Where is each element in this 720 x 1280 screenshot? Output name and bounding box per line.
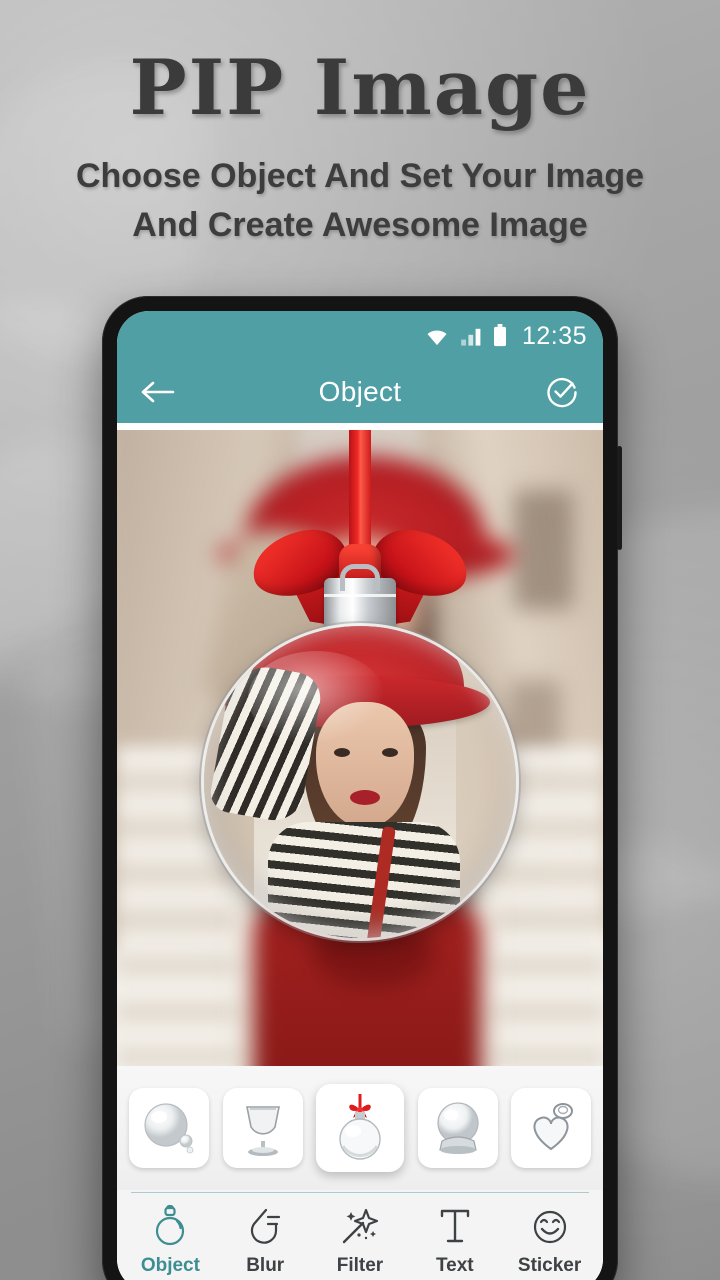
status-bar: 12:35 bbox=[117, 311, 603, 361]
smiley-icon bbox=[533, 1210, 566, 1244]
heart-locket-object-icon bbox=[533, 1103, 573, 1151]
object-thumb-bubble[interactable] bbox=[129, 1088, 209, 1168]
nav-label-object: Object bbox=[140, 1255, 200, 1276]
back-button[interactable] bbox=[137, 371, 179, 413]
nav-label-sticker: Sticker bbox=[517, 1255, 582, 1276]
wine-glass-object-icon bbox=[245, 1106, 280, 1156]
nav-item-filter[interactable]: Filter bbox=[317, 1203, 403, 1277]
object-thumb-ornament[interactable] bbox=[316, 1084, 404, 1172]
christmas-ornament-object-icon bbox=[339, 1094, 381, 1160]
appbar-underline bbox=[117, 423, 603, 430]
snow-globe-object-icon bbox=[436, 1102, 479, 1154]
object-thumb-heart[interactable] bbox=[511, 1088, 591, 1168]
phone-screen: 12:35 Object Object Blur Filter Text Sti… bbox=[117, 311, 603, 1280]
check-circle-icon bbox=[547, 377, 577, 408]
promo-subtitle-line-2: And Create Awesome Image bbox=[132, 205, 588, 244]
editor-canvas[interactable] bbox=[117, 430, 603, 1066]
nav-label-blur: Blur bbox=[246, 1255, 285, 1276]
wifi-icon bbox=[427, 330, 447, 346]
object-thumb-glass[interactable] bbox=[222, 1088, 303, 1168]
signal-icon bbox=[461, 328, 481, 346]
nav-divider bbox=[131, 1192, 589, 1193]
done-button[interactable] bbox=[541, 371, 583, 413]
object-picker-strip[interactable] bbox=[117, 1066, 603, 1190]
nav-label-text: Text bbox=[435, 1255, 474, 1276]
promo-subtitle-line-1: Choose Object And Set Your Image bbox=[75, 156, 645, 195]
nav-item-object[interactable]: Object bbox=[127, 1203, 213, 1277]
pip-photo bbox=[204, 626, 516, 938]
ornament-icon bbox=[156, 1205, 185, 1246]
nav-item-text[interactable]: Text bbox=[412, 1203, 498, 1277]
promo-title: PIP Image bbox=[129, 43, 591, 132]
pip-ornament-overlay[interactable] bbox=[200, 430, 520, 1050]
blur-droplet-icon bbox=[251, 1208, 281, 1244]
pip-photo-frame[interactable] bbox=[204, 626, 516, 938]
nav-label-filter: Filter bbox=[336, 1255, 384, 1276]
back-arrow-icon bbox=[141, 381, 175, 403]
nav-item-blur[interactable]: Blur bbox=[222, 1203, 308, 1277]
object-thumb-snowglobe[interactable] bbox=[417, 1088, 498, 1168]
text-t-icon bbox=[440, 1209, 469, 1243]
phone-mockup: 12:35 Object Object Blur Filter Text Sti… bbox=[102, 296, 622, 1280]
battery-icon bbox=[493, 324, 506, 347]
magic-wand-icon bbox=[342, 1208, 379, 1244]
page-title: Object bbox=[318, 376, 402, 407]
status-time: 12:35 bbox=[521, 321, 587, 350]
bottom-nav: Object Blur Filter Text Sticker bbox=[117, 1201, 603, 1280]
nav-item-sticker[interactable]: Sticker bbox=[507, 1203, 593, 1277]
bottom-nav-wrap: Object Blur Filter Text Sticker bbox=[117, 1190, 603, 1280]
app-bar: Object bbox=[117, 361, 603, 423]
promo-header: PIP Image Choose Object And Set Your Ima… bbox=[0, 0, 720, 250]
bubble-object-icon bbox=[144, 1103, 194, 1154]
